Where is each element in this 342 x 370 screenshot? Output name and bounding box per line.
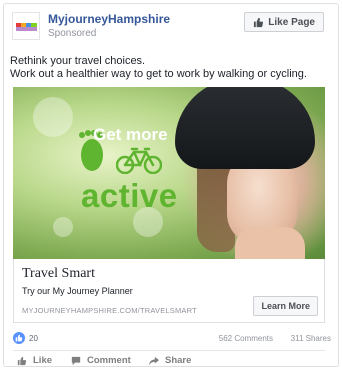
ad-headline-large: active [81, 177, 178, 214]
engagement-stats: 20 562 Comments 311 Shares [13, 332, 331, 346]
share-action-label: Share [165, 355, 192, 366]
link-description: Try our My Journey Planner [22, 286, 133, 296]
post-header: MyjourneyHampshire Sponsored Like Page [12, 10, 324, 42]
ad-image[interactable]: Get more active [13, 87, 325, 259]
shares-count[interactable]: 311 Shares [291, 334, 331, 343]
thumbs-up-icon [15, 334, 23, 342]
comments-count[interactable]: 562 Comments [219, 334, 273, 343]
page-avatar[interactable] [12, 12, 40, 40]
reaction-count[interactable]: 20 [29, 334, 38, 343]
post-actions: Like Comment Share [13, 355, 253, 369]
comment-action-label: Comment [87, 355, 131, 366]
hand [235, 227, 305, 259]
helmet [175, 87, 315, 169]
message-line-2: Work out a healthier way to get to work … [10, 68, 307, 80]
like-page-label: Like Page [268, 16, 315, 28]
post-message: Rethink your travel choices. Work out a … [10, 55, 330, 81]
like-reaction-icon[interactable] [13, 332, 25, 344]
link-url[interactable]: MYJOURNEYHAMPSHIRE.COM/TRAVELSMART [22, 306, 197, 315]
bokeh-light [53, 217, 73, 237]
like-action-button[interactable]: Like [17, 355, 52, 366]
page-name-link[interactable]: MyjourneyHampshire [48, 12, 170, 26]
like-page-button[interactable]: Like Page [244, 12, 324, 32]
message-line-1: Rethink your travel choices. [10, 55, 146, 67]
share-action-button[interactable]: Share [149, 355, 191, 366]
bicycle-icon [116, 147, 162, 174]
sponsored-label: Sponsored [48, 28, 97, 39]
link-preview[interactable]: Travel Smart Try our My Journey Planner … [13, 259, 325, 323]
share-icon [149, 356, 159, 365]
ad-headline-small: Get more [93, 125, 168, 144]
page-logo-icon [15, 22, 39, 32]
bokeh-light [33, 97, 73, 137]
thumbs-up-icon [17, 356, 27, 365]
link-title[interactable]: Travel Smart [22, 266, 95, 282]
learn-more-button[interactable]: Learn More [253, 296, 318, 316]
divider [13, 350, 325, 351]
like-action-label: Like [33, 355, 53, 366]
cyclist-photo [175, 87, 325, 259]
thumbs-up-icon [254, 17, 264, 27]
comment-action-button[interactable]: Comment [71, 355, 131, 366]
comment-icon [71, 356, 81, 365]
